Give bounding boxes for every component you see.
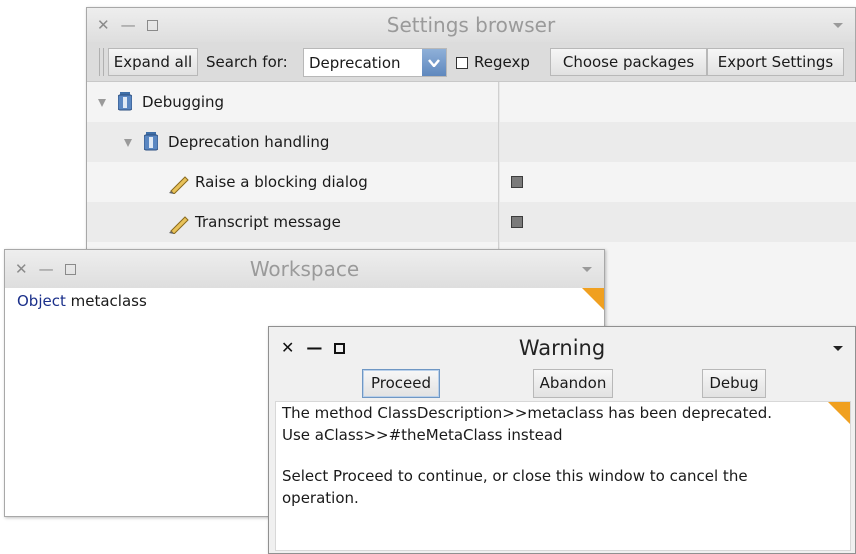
expand-triangle-icon[interactable] <box>98 99 106 107</box>
tree-row-deprecation-handling[interactable]: Deprecation handling <box>87 122 498 162</box>
window-title: Settings browser <box>386 13 556 37</box>
message-line: operation. <box>282 489 359 507</box>
chevron-down-icon <box>428 58 440 67</box>
message-line: Use aClass>>#theMetaClass instead <box>282 426 563 444</box>
window-menu-icon[interactable] <box>833 23 843 28</box>
export-settings-button[interactable]: Export Settings <box>707 48 844 76</box>
search-input[interactable]: Deprecation <box>309 49 401 77</box>
settings-titlebar[interactable]: ✕ — Settings browser <box>87 8 855 42</box>
pencil-icon <box>168 212 190 234</box>
minimize-icon[interactable]: — <box>306 340 322 356</box>
search-combo[interactable]: Deprecation <box>303 48 447 77</box>
settings-toolbar: Expand all Search for: Deprecation Regex… <box>87 42 855 82</box>
workspace-titlebar[interactable]: ✕ — Workspace <box>5 250 604 288</box>
maximize-icon[interactable] <box>146 19 158 31</box>
debug-button[interactable]: Debug <box>702 369 766 398</box>
close-icon[interactable]: ✕ <box>281 340 294 356</box>
minimize-icon[interactable]: — <box>39 261 54 277</box>
toolbar-grip-icon[interactable] <box>99 48 104 76</box>
tree-row-raise-blocking-dialog[interactable]: Raise a blocking dialog <box>87 162 498 202</box>
code-keyword: Object <box>17 292 66 310</box>
choose-packages-button[interactable]: Choose packages <box>550 48 707 76</box>
regexp-label: Regexp <box>474 53 530 71</box>
raise-dialog-checkbox[interactable] <box>511 176 523 188</box>
value-row <box>500 202 856 242</box>
search-label: Search for: <box>206 53 288 71</box>
value-row <box>500 162 856 202</box>
workspace-editor[interactable]: Object metaclass <box>17 292 147 310</box>
regexp-checkbox[interactable]: Regexp <box>456 48 530 76</box>
warning-message: The method ClassDescription>>metaclass h… <box>275 401 851 551</box>
tree-row-transcript-message[interactable]: Transcript message <box>87 202 498 242</box>
regexp-checkbox-box[interactable] <box>456 56 468 69</box>
close-icon[interactable]: ✕ <box>15 261 28 277</box>
expand-all-button[interactable]: Expand all <box>108 48 198 76</box>
expand-triangle-icon[interactable] <box>124 139 132 147</box>
tree-row-label: Transcript message <box>195 213 341 231</box>
warning-dialog: ✕ — Warning Proceed Abandon Debug The me… <box>268 326 856 554</box>
proceed-button[interactable]: Proceed <box>362 369 440 398</box>
message-line: The method ClassDescription>>metaclass h… <box>282 404 773 422</box>
tree-row-label: Raise a blocking dialog <box>195 173 368 191</box>
pencil-icon <box>168 172 190 194</box>
combo-dropdown-button[interactable] <box>422 49 446 76</box>
value-row <box>500 122 856 162</box>
code-text: metaclass <box>65 292 147 310</box>
dogear-corner-icon[interactable] <box>582 288 604 310</box>
abandon-button[interactable]: Abandon <box>533 369 613 398</box>
maximize-icon[interactable] <box>334 342 346 354</box>
package-icon <box>118 92 132 112</box>
dogear-corner-icon[interactable] <box>828 402 850 424</box>
package-icon <box>144 132 158 152</box>
window-menu-icon[interactable] <box>833 346 843 351</box>
window-title: Warning <box>518 336 606 360</box>
warning-titlebar[interactable]: ✕ — Warning <box>269 327 855 369</box>
transcript-message-checkbox[interactable] <box>511 216 523 228</box>
window-menu-icon[interactable] <box>582 267 592 272</box>
minimize-icon[interactable]: — <box>121 17 136 33</box>
tree-row-debugging[interactable]: Debugging <box>87 82 498 122</box>
close-icon[interactable]: ✕ <box>97 17 110 33</box>
maximize-icon[interactable] <box>64 263 76 275</box>
tree-row-label: Debugging <box>142 93 225 111</box>
tree-row-label: Deprecation handling <box>168 133 330 151</box>
window-title: Workspace <box>249 257 360 281</box>
message-line: Select Proceed to continue, or close thi… <box>282 467 748 485</box>
value-row <box>500 82 856 122</box>
